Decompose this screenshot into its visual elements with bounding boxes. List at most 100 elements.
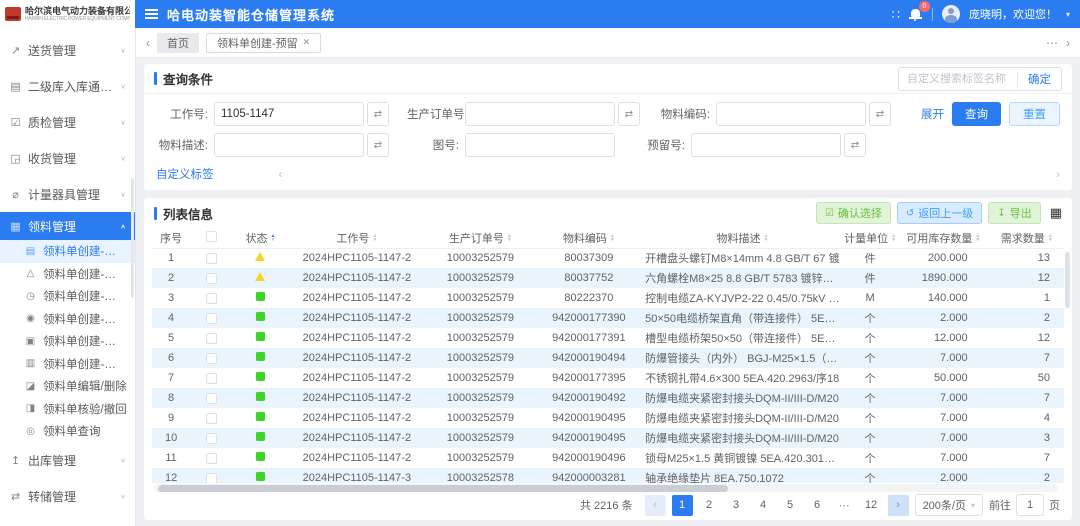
row-checkbox[interactable] [206, 333, 217, 344]
production-order-no-input[interactable] [465, 102, 615, 126]
column-header-available_qty[interactable]: 可用库存数量▲▼ [897, 228, 989, 248]
column-header-order_no[interactable]: 生产订单号▲▼ [425, 228, 535, 248]
row-checkbox[interactable] [206, 453, 217, 464]
column-header-unit[interactable]: 计量单位▲▼ [843, 228, 897, 248]
row-checkbox[interactable] [206, 313, 217, 324]
sidebar-subitem-create-special-project[interactable]: ◷领料单创建-特殊项目 [0, 285, 135, 308]
table-row[interactable]: 52024HPC1105-1147-2100032525799420001773… [152, 328, 1064, 348]
tag-search-confirm-button[interactable]: 确定 [1018, 71, 1061, 87]
row-checkbox[interactable] [206, 273, 217, 284]
column-header-work_no[interactable]: 工作号▲▼ [289, 228, 426, 248]
row-checkbox[interactable] [206, 253, 217, 264]
material-desc-input[interactable] [214, 133, 364, 157]
pagination-page-12[interactable]: 12 [861, 495, 882, 516]
horizontal-scrollbar-thumb[interactable] [158, 485, 728, 492]
drawing-no-input[interactable] [465, 133, 615, 157]
custom-tag-search-input[interactable] [899, 73, 1017, 85]
sidebar-subitem-create-reserve[interactable]: ▤领料单创建-预留 [0, 240, 135, 263]
notification-bell-icon[interactable]: 0 [909, 7, 923, 21]
sidebar-subitem-create-urgent[interactable]: △领料单创建-紧急 [0, 263, 135, 286]
back-up-level-button[interactable]: ↺返回上一级 [897, 202, 982, 224]
sort-icon[interactable]: ▲▼ [507, 234, 512, 242]
sidebar-subitem-create-outsourced[interactable]: ▣领料单创建-委外组件 [0, 330, 135, 353]
tab-close-icon[interactable]: ✕ [303, 37, 311, 48]
sidebar-item-outbound[interactable]: ↥出库管理∨ [0, 443, 135, 479]
pagination-prev-button[interactable]: ‹ [645, 495, 666, 516]
sort-icon[interactable]: ▲▼ [270, 234, 275, 242]
reserve-no-input[interactable] [691, 133, 841, 157]
row-checkbox[interactable] [206, 413, 217, 424]
pagination-page-5[interactable]: 5 [780, 495, 801, 516]
sort-icon[interactable]: ▲▼ [610, 234, 615, 242]
sidebar-subitem-create-cost-center[interactable]: ◉领料单创建-成本中心 [0, 308, 135, 331]
pagination-page-6[interactable]: 6 [807, 495, 828, 516]
column-header-status[interactable]: 状态▲▼ [232, 228, 288, 248]
row-checkbox[interactable] [206, 293, 217, 304]
tab-material-request-reserve[interactable]: 领料单创建-预留✕ [206, 33, 321, 53]
sidebar-item-stocktake[interactable]: ◔盘点管理∨ [0, 515, 135, 526]
select-from-list-icon[interactable]: ⇄ [618, 102, 640, 126]
row-checkbox[interactable] [206, 373, 217, 384]
sidebar-item-quality-check[interactable]: ☑质检管理∨ [0, 104, 135, 140]
pagination-page-2[interactable]: 2 [699, 495, 720, 516]
table-row[interactable]: 102024HPC1105-1147-210003252579942000190… [152, 428, 1064, 448]
sort-icon[interactable]: ▲▼ [764, 234, 769, 242]
table-row[interactable]: 72024HPC1105-1147-2100032525799420001773… [152, 368, 1064, 388]
goto-page-input[interactable] [1016, 494, 1044, 516]
table-row[interactable]: 112024HPC1105-1147-210003252579942000190… [152, 448, 1064, 468]
select-from-list-icon[interactable]: ⇄ [869, 102, 891, 126]
table-row[interactable]: 92024HPC1105-1147-2100032525799420001904… [152, 408, 1064, 428]
material-code-input[interactable] [716, 102, 866, 126]
export-button[interactable]: ↧导出 [988, 202, 1040, 224]
tabs-scroll-right-icon[interactable]: › [1066, 36, 1070, 50]
sidebar-subitem-verify-withdraw[interactable]: ◨领料单核验/撤回 [0, 398, 135, 421]
select-all-checkbox[interactable] [206, 231, 217, 242]
select-from-list-icon[interactable]: ⇄ [367, 133, 389, 157]
pagination-page-3[interactable]: 3 [726, 495, 747, 516]
sort-icon[interactable]: ▲▼ [975, 234, 980, 242]
expand-filters-button[interactable]: 展开 [921, 106, 944, 122]
row-checkbox[interactable] [206, 393, 217, 404]
tab-home[interactable]: 首页 [157, 33, 199, 53]
tags-scroll-left-icon[interactable]: ‹ [279, 167, 283, 181]
search-button[interactable]: 查询 [952, 102, 1001, 126]
table-row[interactable]: 62024HPC1105-1147-2100032525799420001904… [152, 348, 1064, 368]
user-menu-caret-icon[interactable]: ▾ [1066, 10, 1070, 19]
select-from-list-icon[interactable]: ⇄ [367, 102, 389, 126]
column-header-demand_qty[interactable]: 需求数量▲▼ [990, 228, 1064, 248]
sidebar-item-receiving[interactable]: ◲收货管理∨ [0, 140, 135, 176]
tabs-more-icon[interactable]: ⋯ [1046, 36, 1059, 50]
sidebar-item-material-request[interactable]: ▦领料管理∧ [0, 212, 135, 240]
table-row[interactable]: 32024HPC1105-1147-21000325257980222370控制… [152, 288, 1064, 308]
custom-tag-link[interactable]: 自定义标签 [156, 166, 214, 182]
row-checkbox[interactable] [206, 353, 217, 364]
tabs-scroll-left-icon[interactable]: ‹ [146, 36, 150, 50]
user-avatar[interactable] [942, 5, 960, 23]
sort-icon[interactable]: ▲▼ [1048, 234, 1053, 242]
work-no-input[interactable] [214, 102, 364, 126]
pagination-page-4[interactable]: 4 [753, 495, 774, 516]
column-settings-icon[interactable]: ▦ [1050, 205, 1062, 221]
vertical-scrollbar[interactable] [1065, 252, 1070, 308]
tags-scroll-right-icon[interactable]: › [1056, 167, 1060, 181]
table-row[interactable]: 12024HPC1105-1147-21000325257980037309开槽… [152, 248, 1064, 268]
table-row[interactable]: 82024HPC1105-1147-2100032525799420001904… [152, 388, 1064, 408]
table-row[interactable]: 42024HPC1105-1147-2100032525799420001773… [152, 308, 1064, 328]
column-header-material_code[interactable]: 物料编码▲▼ [536, 228, 642, 248]
fullscreen-icon[interactable]: ∷ [892, 8, 900, 21]
sidebar-collapse-icon[interactable] [145, 9, 158, 19]
sidebar-item-transfer[interactable]: ⇄转储管理∨ [0, 479, 135, 515]
table-row[interactable]: 22024HPC1105-1147-21000325257980037752六角… [152, 268, 1064, 288]
page-size-select[interactable]: 200条/页 ▾ [915, 494, 983, 516]
table-row[interactable]: 122024HPC1105-1147-310003252578942000003… [152, 468, 1064, 483]
confirm-select-button[interactable]: ☑确认选择 [816, 202, 891, 224]
sidebar-subitem-create-secondary-store[interactable]: ▥领料单创建-二级库 [0, 353, 135, 376]
sidebar-item-secondary-inbound-notice[interactable]: ▤二级库入库通知单∨ [0, 68, 135, 104]
sort-icon[interactable]: ▲▼ [891, 234, 896, 242]
select-from-list-icon[interactable]: ⇄ [844, 133, 866, 157]
reset-button[interactable]: 重置 [1009, 102, 1060, 126]
pagination-page-1[interactable]: 1 [672, 495, 693, 516]
row-checkbox[interactable] [206, 473, 217, 483]
sidebar-item-delivery[interactable]: ↗送货管理∨ [0, 32, 135, 68]
column-header-material_desc[interactable]: 物料描述▲▼ [642, 228, 843, 248]
